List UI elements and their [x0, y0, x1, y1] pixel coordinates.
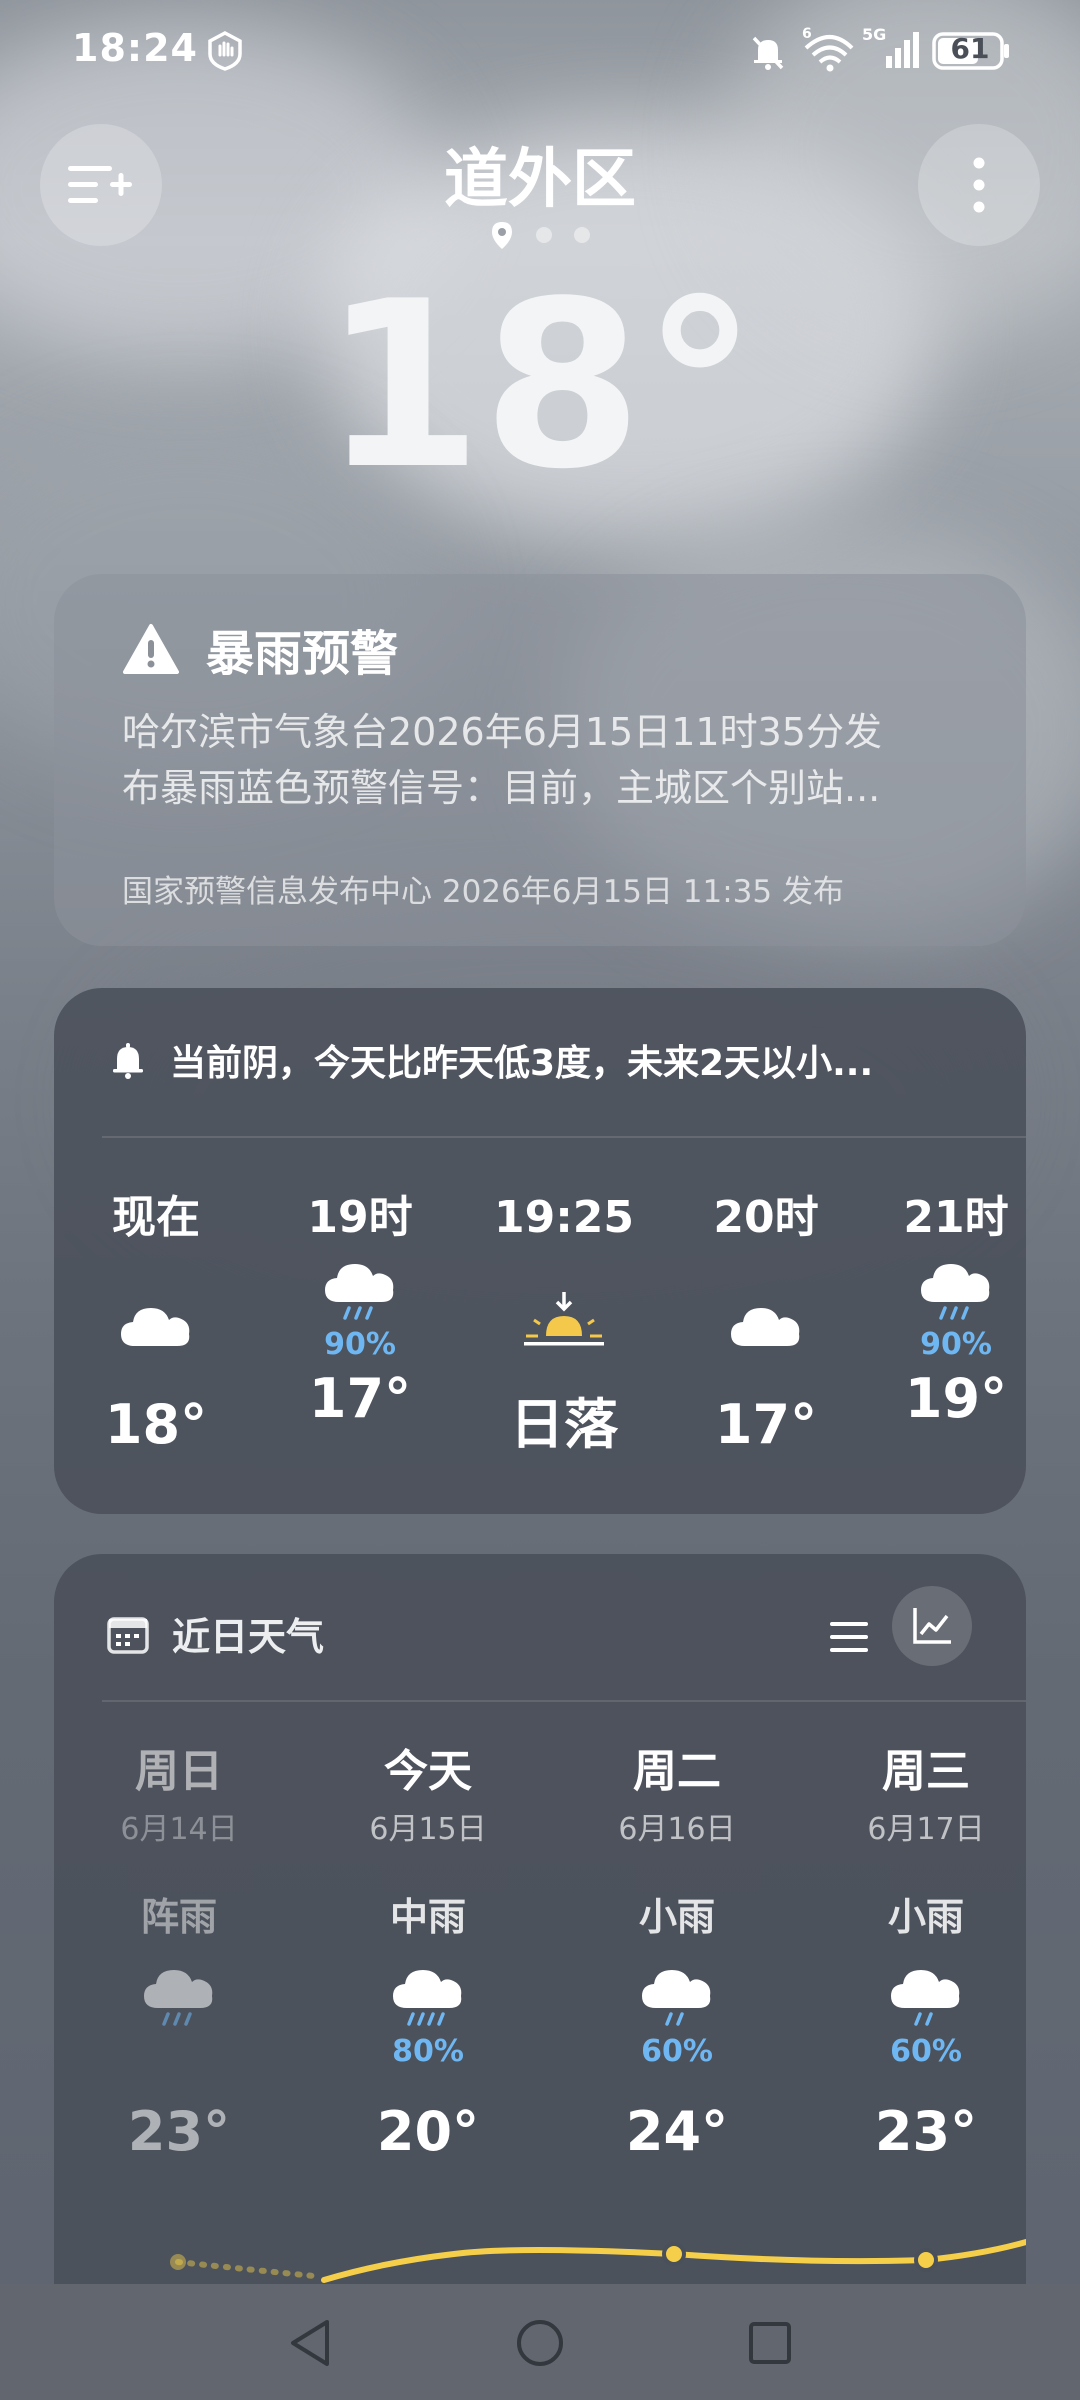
daily-title: 近日天气	[172, 1615, 325, 1659]
hour-temp: 17°	[714, 1393, 818, 1456]
temperature-trend-line	[170, 2239, 1026, 2283]
hour-label: 现在	[112, 1192, 200, 1243]
day-item[interactable]: 周三 6月17日 小雨 60% 23°	[826, 1742, 1026, 2163]
hour-temp: 19°	[904, 1367, 1008, 1430]
day-temp: 23°	[874, 2100, 978, 2163]
day-name: 周日	[135, 1746, 223, 1797]
back-button[interactable]	[270, 2308, 350, 2378]
divider	[102, 1136, 1026, 1138]
hourly-forecast-card: 当前阴，今天比昨天低3度，未来2天以小... 现在 18° 19时 90% 17…	[54, 988, 1026, 1514]
day-condition: 小雨	[638, 1895, 715, 1939]
home-circle-icon	[517, 2320, 563, 2366]
bell-off-icon	[748, 32, 788, 76]
network-label: 5G	[862, 26, 886, 44]
alert-description: 哈尔滨市气象台2026年6月15日11时35分发 布暴雨蓝色预警信号：目前，主城…	[122, 704, 982, 816]
hour-item: 20时 17°	[686, 1188, 846, 1460]
alert-line-2: 布暴雨蓝色预警信号：目前，主城区个别站...	[122, 766, 881, 810]
rain-cloud-icon	[921, 1264, 990, 1320]
page-dot	[574, 227, 590, 243]
hour-item: 19:25 日落	[484, 1188, 644, 1460]
hour-item: 19时 90% 17°	[280, 1188, 440, 1434]
status-bar: 18:24 6 5G 61	[0, 0, 1080, 100]
rain-cloud-icon	[144, 1970, 213, 2026]
alert-line-1: 哈尔滨市气象台2026年6月15日11时35分发	[122, 710, 882, 754]
rain-cloud-icon	[325, 1264, 394, 1320]
day-condition: 中雨	[389, 1895, 466, 1939]
hour-label: 19时	[307, 1192, 413, 1243]
weather-summary[interactable]: 当前阴，今天比昨天低3度，未来2天以小...	[108, 1034, 873, 1086]
day-pop: 60%	[641, 2034, 713, 2069]
page-dot	[536, 227, 552, 243]
day-date: 6月15日	[369, 1812, 487, 1847]
day-temp: 23°	[127, 2100, 231, 2163]
hour-pop	[484, 1352, 644, 1390]
calendar-icon	[107, 1616, 149, 1654]
weather-alert-card[interactable]: 暴雨预警 哈尔滨市气象台2026年6月15日11时35分发 布暴雨蓝色预警信号：…	[54, 574, 1026, 946]
hour-pop: 90%	[920, 1327, 992, 1362]
back-triangle-icon	[291, 2320, 329, 2366]
sunset-icon	[524, 1292, 604, 1346]
cloudy-icon	[121, 1308, 190, 1346]
hour-item: 21时 90% 19°	[886, 1188, 1026, 1434]
hour-temp: 日落	[510, 1393, 618, 1456]
divider	[102, 1700, 1026, 1702]
day-temp: 24°	[625, 2100, 729, 2163]
signal-icon: 5G	[862, 25, 924, 76]
rain-cloud-icon	[891, 1970, 960, 2026]
home-button[interactable]	[500, 2308, 580, 2378]
more-vertical-icon	[973, 157, 985, 213]
day-date: 6月17日	[867, 1812, 985, 1847]
day-condition: 小雨	[887, 1895, 964, 1939]
recent-apps-button[interactable]	[730, 2308, 810, 2378]
day-date: 6月16日	[618, 1812, 736, 1847]
hourly-list[interactable]: 现在 18° 19时 90% 17° 19:25 日落 20时 17° 21时 …	[54, 1188, 1026, 1488]
hour-item: 现在 18°	[76, 1188, 236, 1460]
svg-text:6: 6	[802, 26, 812, 42]
alert-source: 国家预警信息发布中心 2026年6月15日 11:35 发布	[122, 874, 844, 910]
day-condition: 阵雨	[140, 1895, 217, 1939]
location-pin-icon	[492, 222, 512, 249]
day-item[interactable]: 今天 6月15日 中雨 80% 20°	[328, 1742, 528, 2163]
shield-hand-icon	[205, 30, 245, 76]
hour-temp: 17°	[308, 1367, 412, 1430]
battery-level: 61	[950, 32, 990, 65]
hour-label: 21时	[903, 1192, 1009, 1243]
hour-label: 20时	[713, 1192, 819, 1243]
bell-icon	[113, 1043, 143, 1079]
warning-icon	[123, 624, 179, 674]
rain-cloud-icon	[642, 1970, 711, 2026]
hour-pop: 90%	[324, 1327, 396, 1362]
day-name: 周二	[633, 1746, 721, 1797]
status-time: 18:24	[72, 26, 198, 70]
day-pop: 80%	[392, 2034, 464, 2069]
day-name: 周三	[882, 1746, 970, 1797]
page-indicator[interactable]	[0, 220, 1080, 250]
day-name: 今天	[384, 1746, 472, 1797]
alert-title: 暴雨预警	[206, 626, 399, 682]
summary-text: 当前阴，今天比昨天低3度，未来2天以小...	[170, 1043, 874, 1084]
hour-pop	[76, 1352, 236, 1390]
daily-forecast-card: 近日天气 周日 6月14日 阵雨 23° 今天 6月15日 中雨 80% 20°…	[54, 1554, 1026, 2354]
navigation-bar	[0, 2284, 1080, 2400]
recent-square-icon	[749, 2322, 791, 2364]
chart-view-button[interactable]	[892, 1586, 972, 1666]
day-item[interactable]: 周二 6月16日 小雨 60% 24°	[577, 1742, 777, 2163]
line-chart-icon	[913, 1608, 951, 1644]
current-temperature: 18°	[322, 253, 758, 520]
day-pop: 60%	[890, 2034, 962, 2069]
list-view-button[interactable]	[814, 1602, 884, 1672]
day-temp: 20°	[376, 2100, 480, 2163]
day-pop	[79, 2032, 279, 2072]
day-item[interactable]: 周日 6月14日 阵雨 23°	[79, 1742, 279, 2163]
list-icon	[830, 1622, 868, 1652]
rain-cloud-icon	[393, 1970, 462, 2026]
day-date: 6月14日	[120, 1812, 238, 1847]
hour-label: 19:25	[493, 1192, 635, 1243]
wifi-icon: 6	[800, 26, 856, 76]
hour-pop	[686, 1352, 846, 1390]
hour-temp: 18°	[104, 1393, 208, 1456]
cloudy-icon	[731, 1308, 800, 1346]
